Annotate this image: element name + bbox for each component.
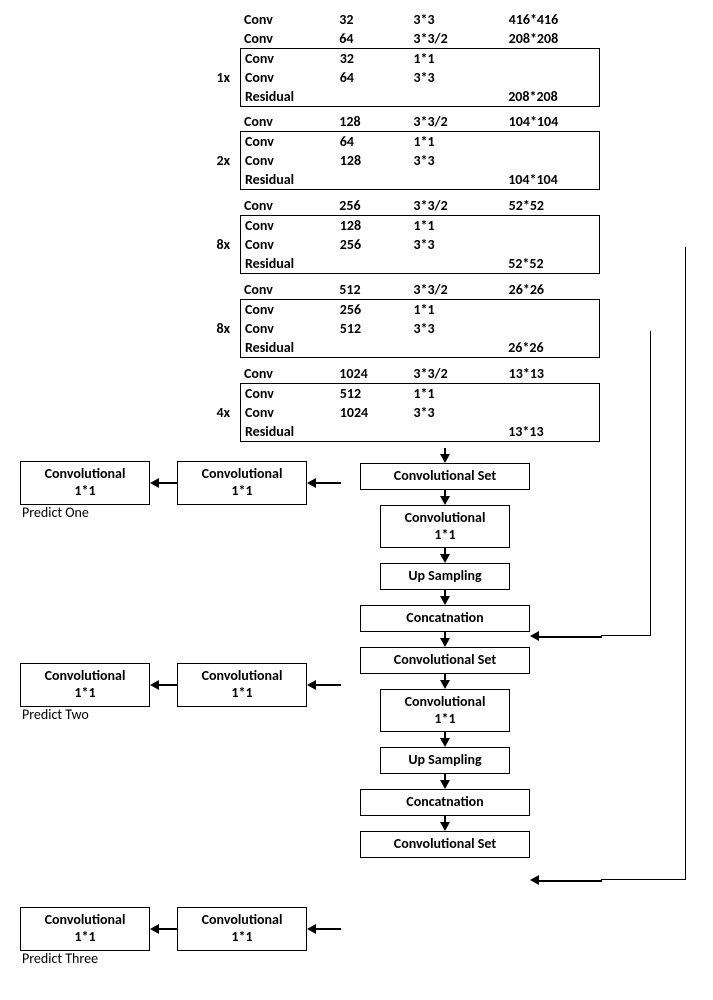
predict-three-out: Convolutional1*1 (20, 907, 150, 951)
conv1x1-b: Convolutional1*1 (380, 689, 510, 733)
predict-three-label: Predict Three (22, 950, 98, 967)
residual-block-3: Conv1281*1 Conv2563*3 Residual52*52 (240, 215, 600, 274)
predict-two-label: Predict Two (22, 706, 89, 723)
concat-2: Concatnation (360, 789, 530, 816)
predict-two-conv: Convolutional1*1 (177, 663, 307, 707)
multiplier-8x-a: 8x (180, 236, 240, 253)
residual-block-1: Conv321*1 Conv643*3 Residual208*208 (240, 48, 600, 107)
residual-block-2: Conv641*1 Conv1283*3 Residual104*104 (240, 131, 600, 190)
predict-three-conv: Convolutional1*1 (177, 907, 307, 951)
upsample-1: Up Sampling (380, 563, 510, 590)
stage-3: Conv2563*3/252*52 8x Conv1281*1 Conv2563… (180, 196, 600, 274)
stage-4: Conv5123*3/226*26 8x Conv2561*1 Conv5123… (180, 280, 600, 358)
convset-2: Convolutional Set (360, 647, 530, 674)
predict-one-conv: Convolutional1*1 (177, 461, 307, 505)
skip-26-connection (601, 331, 651, 636)
head-flow: Convolutional Set Convolutional1*1 Up Sa… (360, 448, 530, 858)
predict-one-out: Convolutional1*1 (20, 461, 150, 505)
predict-one-branch: Convolutional1*1 Convolutional1*1 (20, 461, 341, 505)
stage-2: Conv1283*3/2104*104 2x Conv641*1 Conv128… (180, 112, 600, 190)
multiplier-8x-b: 8x (180, 320, 240, 337)
skip-52-arrow-icon (530, 875, 539, 885)
multiplier-4x: 4x (180, 404, 240, 421)
residual-block-5: Conv5121*1 Conv10243*3 Residual13*13 (240, 383, 600, 442)
predict-two-branch: Convolutional1*1 Convolutional1*1 (20, 663, 341, 707)
concat-1: Concatnation (360, 605, 530, 632)
predict-two-out: Convolutional1*1 (20, 663, 150, 707)
skip-26-arrow-icon (530, 631, 539, 641)
residual-block-4: Conv2561*1 Conv5123*3 Residual26*26 (240, 299, 600, 358)
predict-one-label: Predict One (22, 504, 89, 521)
stage-1: Conv323*3416*416 Conv643*3/2208*208 1x C… (180, 10, 600, 107)
conv1x1-a: Convolutional1*1 (380, 505, 510, 549)
multiplier-1x: 1x (180, 69, 240, 86)
convset-3: Convolutional Set (360, 831, 530, 858)
upsample-2: Up Sampling (380, 747, 510, 774)
stage-5: Conv10243*3/213*13 4x Conv5121*1 Conv102… (180, 364, 600, 442)
convset-1: Convolutional Set (360, 463, 530, 490)
multiplier-2x: 2x (180, 152, 240, 169)
predict-three-branch: Convolutional1*1 Convolutional1*1 (20, 907, 341, 951)
